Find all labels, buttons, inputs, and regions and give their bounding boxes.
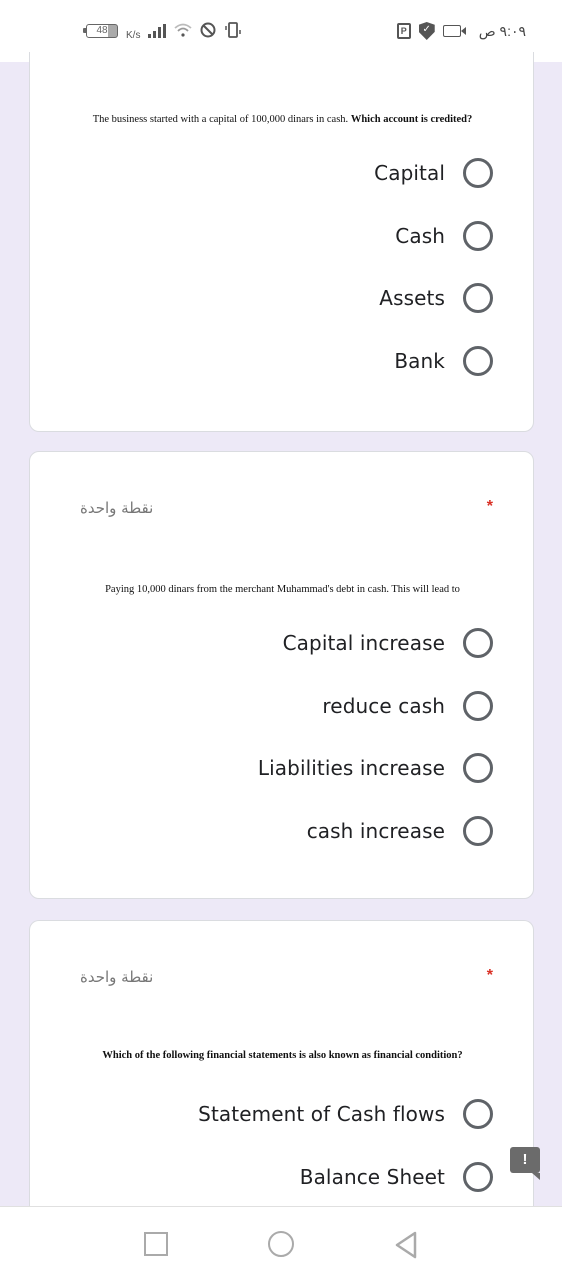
question-card-1: The business started with a capital of 1… <box>29 52 534 432</box>
option-cash-increase[interactable]: cash increase <box>258 800 493 863</box>
radio-button[interactable] <box>463 220 493 251</box>
battery-icon: 48 <box>83 24 118 38</box>
required-asterisk: * <box>486 498 493 515</box>
radio-button[interactable] <box>463 1099 493 1130</box>
status-left: 48 K/s <box>83 21 242 41</box>
shield-check-icon: ✓ <box>418 22 435 40</box>
network-speed: K/s <box>126 29 141 41</box>
radio-button[interactable] <box>463 628 493 659</box>
radio-button[interactable] <box>463 753 493 784</box>
question-card-2: نقطة واحدة * Paying 10,000 dinars from t… <box>29 451 534 899</box>
radio-button[interactable] <box>463 690 493 721</box>
back-triangle-icon <box>395 1231 417 1258</box>
question-text: The business started with a capital of 1… <box>92 114 473 125</box>
options-group: Statement of Cash flows Balance Sheet <box>198 1083 493 1208</box>
option-capital[interactable]: Capital <box>374 142 493 205</box>
radio-button[interactable] <box>463 283 493 314</box>
option-label: Assets <box>379 286 445 311</box>
option-label: Capital <box>374 161 445 186</box>
video-icon <box>442 25 466 37</box>
options-group: Capital increase reduce cash Liabilities… <box>258 612 493 862</box>
option-reduce-cash[interactable]: reduce cash <box>258 675 493 738</box>
options-group: Capital Cash Assets Bank <box>374 142 493 392</box>
wifi-icon <box>174 23 193 40</box>
radio-button[interactable] <box>463 158 493 189</box>
option-label: cash increase <box>306 818 445 843</box>
signal-icon <box>148 24 167 38</box>
option-label: reduce cash <box>322 693 445 718</box>
required-asterisk: * <box>486 967 493 984</box>
exclamation-icon: ! <box>522 1151 528 1168</box>
option-label: Cash <box>395 223 445 248</box>
option-label: Capital increase <box>282 631 445 656</box>
question-text: Paying 10,000 dinars from the merchant M… <box>105 584 460 595</box>
option-cash[interactable]: Cash <box>374 205 493 268</box>
battery-level: 48 <box>96 25 108 36</box>
points-label: نقطة واحدة <box>80 968 154 986</box>
vibrate-icon <box>224 21 242 41</box>
do-not-disturb-icon <box>200 22 216 41</box>
app-icon: P <box>396 23 411 39</box>
option-capital-increase[interactable]: Capital increase <box>258 612 493 675</box>
question-text: Which of the following financial stateme… <box>102 1050 463 1061</box>
option-label: Liabilities increase <box>257 756 445 781</box>
question-card-3: نقطة واحدة * Which of the following fina… <box>29 920 534 1220</box>
report-feedback-button[interactable]: ! <box>510 1147 540 1180</box>
points-label: نقطة واحدة <box>80 499 154 517</box>
radio-button[interactable] <box>463 815 493 846</box>
back-button[interactable] <box>394 1231 418 1258</box>
status-right: P ✓ ٩:٠٩ ص <box>396 22 526 40</box>
option-assets[interactable]: Assets <box>374 267 493 330</box>
radio-button[interactable] <box>463 345 493 376</box>
option-label: Balance Sheet <box>299 1164 445 1189</box>
option-liabilities-increase[interactable]: Liabilities increase <box>258 737 493 800</box>
option-balance-sheet[interactable]: Balance Sheet <box>198 1146 493 1209</box>
home-button[interactable] <box>268 1230 294 1257</box>
option-bank[interactable]: Bank <box>374 330 493 393</box>
clock: ٩:٠٩ ص <box>478 22 526 39</box>
navigation-bar <box>0 1206 562 1280</box>
radio-button[interactable] <box>463 1161 493 1192</box>
recents-button[interactable] <box>144 1231 168 1256</box>
option-label: Statement of Cash flows <box>198 1102 445 1127</box>
option-statement-of-cash-flows[interactable]: Statement of Cash flows <box>198 1083 493 1146</box>
option-label: Bank <box>394 348 445 373</box>
